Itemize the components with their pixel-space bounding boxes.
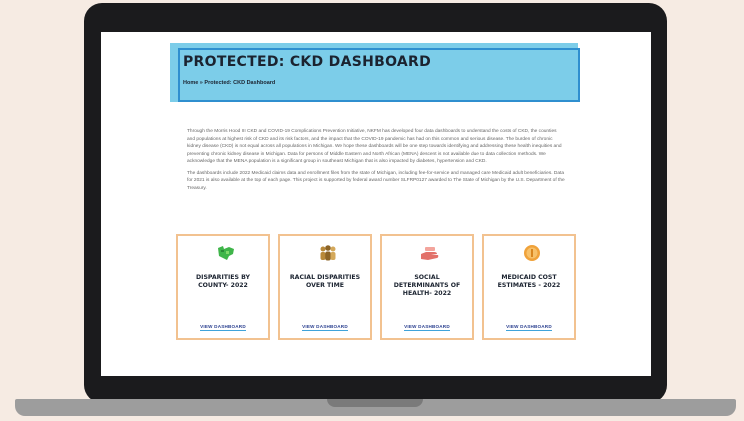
view-dashboard-link[interactable]: VIEW DASHBOARD (178, 324, 268, 331)
card-disparities-by-county[interactable]: DISPARITIES BY COUNTY- 2022 VIEW DASHBOA… (176, 234, 270, 340)
intro-text: Through the Morris Hood III CKD and COVI… (187, 128, 565, 196)
card-title: RACIAL DISPARITIES OVER TIME (289, 274, 361, 289)
hand-icon (421, 247, 439, 260)
view-dashboard-link[interactable]: VIEW DASHBOARD (382, 324, 472, 331)
intro-paragraph-1: Through the Morris Hood III CKD and COVI… (187, 129, 562, 164)
coin-icon (524, 245, 540, 261)
people-icon (320, 245, 336, 261)
card-racial-disparities[interactable]: RACIAL DISPARITIES OVER TIME VIEW DASHBO… (278, 234, 372, 340)
card-medicaid-cost[interactable]: MEDICAID COST ESTIMATES - 2022 VIEW DASH… (482, 234, 576, 340)
card-social-determinants[interactable]: SOCIAL DETERMINANTS OF HEALTH- 2022 VIEW… (380, 234, 474, 340)
intro-paragraph-2: The dashboards include 2022 Medicaid cla… (187, 170, 565, 191)
card-title: DISPARITIES BY COUNTY- 2022 (196, 274, 250, 289)
page-title: PROTECTED: CKD DASHBOARD (183, 54, 432, 70)
breadcrumb[interactable]: Home » Protected: CKD Dashboard (183, 80, 275, 86)
card-title: MEDICAID COST ESTIMATES - 2022 (497, 274, 561, 289)
browser-screen: PROTECTED: CKD DASHBOARD Home » Protecte… (101, 32, 651, 376)
dashboard-cards: DISPARITIES BY COUNTY- 2022 VIEW DASHBOA… (176, 234, 576, 340)
view-dashboard-link[interactable]: VIEW DASHBOARD (280, 324, 370, 331)
card-title: SOCIAL DETERMINANTS OF HEALTH- 2022 (393, 274, 461, 297)
map-icon (218, 246, 234, 260)
view-dashboard-link[interactable]: VIEW DASHBOARD (484, 324, 574, 331)
laptop-notch (327, 399, 423, 407)
